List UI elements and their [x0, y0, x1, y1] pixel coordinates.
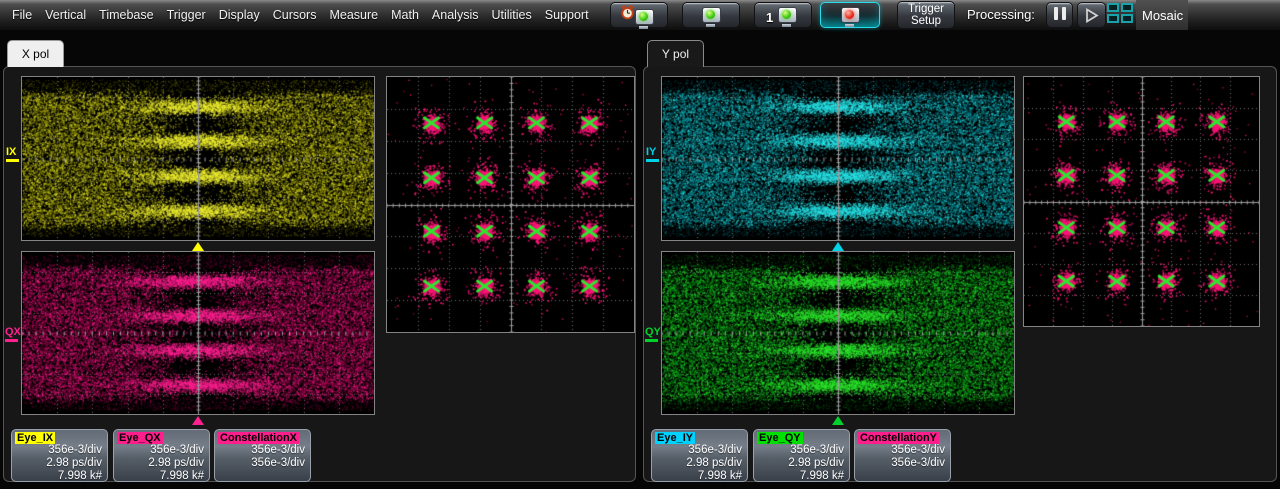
menu-item-file[interactable]: File	[12, 8, 32, 22]
descriptor-values: 356e-3/div 2.98 ps/div 7.998 k#	[756, 444, 844, 482]
trace-label-text: QY	[645, 326, 661, 338]
trace-label-qx[interactable]: QX	[5, 327, 21, 342]
mosaic-tile	[1121, 14, 1133, 23]
traffic-light-red-icon	[841, 7, 860, 23]
trace-label-text: QX	[5, 326, 21, 338]
pause-icon	[1052, 7, 1068, 23]
x-pol-panel: IX QX Eye_IX 356e-3/div 2.98 ps/div 7.99…	[3, 66, 636, 482]
menu-item-support[interactable]: Support	[545, 8, 589, 22]
alarm-clock-icon	[620, 5, 635, 23]
mosaic-grid-icon[interactable]	[1107, 3, 1135, 25]
menu-item-trigger[interactable]: Trigger	[167, 8, 206, 22]
menu-item-vertical[interactable]: Vertical	[45, 8, 86, 22]
descriptor-values: 356e-3/div 2.98 ps/div 7.998 k#	[116, 444, 204, 482]
constellation-diagram-x	[387, 77, 634, 332]
mosaic-label: Mosaic	[1142, 8, 1183, 23]
pause-button[interactable]	[1046, 2, 1073, 28]
trace-chip: ConstellationY	[858, 432, 939, 444]
tab-y-pol[interactable]: Y pol	[647, 40, 704, 67]
constellation-diagram-y	[1024, 77, 1259, 326]
play-icon	[1083, 7, 1100, 24]
trigger-marker-qx[interactable]	[192, 416, 204, 425]
menu-item-display[interactable]: Display	[219, 8, 260, 22]
eye-diagram-qx	[22, 252, 374, 414]
descriptor-values: 356e-3/div 2.98 ps/div 7.998 k#	[14, 444, 102, 482]
menu-item-cursors[interactable]: Cursors	[273, 8, 317, 22]
trigger-setup-line2: Setup	[911, 15, 941, 27]
trace-chip: ConstellationX	[218, 432, 299, 444]
stop-trigger-button[interactable]	[820, 2, 880, 28]
eye-plot-qy[interactable]	[661, 251, 1015, 415]
trace-label-ix[interactable]: IX	[6, 147, 19, 162]
tab-x-pol[interactable]: X pol	[7, 40, 64, 67]
menu-item-analysis[interactable]: Analysis	[432, 8, 479, 22]
descriptor-constellation-x[interactable]: ConstellationX 356e-3/div 356e-3/div	[214, 429, 311, 482]
single-badge: 1	[766, 10, 773, 25]
eye-plot-iy[interactable]	[661, 76, 1015, 241]
trigger-setup-line1: Trigger	[908, 3, 944, 15]
trace-chip: Eye_IY	[655, 432, 695, 444]
trigger-marker-qy[interactable]	[832, 416, 844, 425]
trace-chip: Eye_IX	[15, 432, 55, 444]
mosaic-tile	[1107, 14, 1119, 23]
traffic-light-green-icon	[702, 7, 721, 23]
traffic-light-green-icon	[635, 9, 654, 25]
processing-label: Processing:	[967, 0, 1035, 30]
single-trigger-button[interactable]: 1	[754, 2, 812, 28]
mosaic-tile	[1107, 3, 1119, 12]
eye-diagram-qy	[662, 252, 1014, 414]
mosaic-display-button[interactable]: Mosaic	[1136, 0, 1188, 30]
normal-trigger-button[interactable]	[682, 2, 740, 28]
trace-label-qy[interactable]: QY	[645, 327, 661, 342]
trace-label-text: IY	[646, 146, 656, 158]
constellation-plot-x[interactable]	[386, 76, 635, 333]
menu-bar: File Vertical Timebase Trigger Display C…	[0, 0, 1280, 30]
descriptor-values: 356e-3/div 2.98 ps/div 7.998 k#	[654, 444, 742, 482]
auto-trigger-button[interactable]	[610, 2, 668, 28]
descriptor-eye-ix[interactable]: Eye_IX 356e-3/div 2.98 ps/div 7.998 k#	[11, 429, 108, 482]
trace-chip: Eye_QY	[757, 432, 803, 444]
descriptor-values: 356e-3/div 356e-3/div	[857, 444, 945, 470]
constellation-plot-y[interactable]	[1023, 76, 1260, 327]
menu-item-timebase[interactable]: Timebase	[99, 8, 153, 22]
traffic-light-green-icon	[778, 7, 797, 23]
oscilloscope-app: File Vertical Timebase Trigger Display C…	[0, 0, 1280, 489]
menu-item-utilities[interactable]: Utilities	[491, 8, 531, 22]
descriptor-values: 356e-3/div 356e-3/div	[217, 444, 305, 470]
trigger-setup-button[interactable]: Trigger Setup	[897, 1, 955, 29]
eye-diagram-iy	[662, 77, 1014, 240]
trace-label-text: IX	[6, 146, 16, 158]
descriptor-eye-qx[interactable]: Eye_QX 356e-3/div 2.98 ps/div 7.998 k#	[113, 429, 210, 482]
menu-item-math[interactable]: Math	[391, 8, 419, 22]
y-pol-panel: IY QY Eye_IY 356e-3/div 2.98 ps/div 7.99…	[643, 66, 1277, 482]
eye-diagram-ix	[22, 77, 374, 240]
trigger-marker-iy[interactable]	[832, 242, 844, 251]
descriptor-eye-iy[interactable]: Eye_IY 356e-3/div 2.98 ps/div 7.998 k#	[651, 429, 748, 482]
descriptor-eye-qy[interactable]: Eye_QY 356e-3/div 2.98 ps/div 7.998 k#	[753, 429, 850, 482]
mosaic-tile	[1121, 3, 1133, 12]
trace-chip: Eye_QX	[117, 432, 163, 444]
descriptor-constellation-y[interactable]: ConstellationY 356e-3/div 356e-3/div	[854, 429, 951, 482]
trace-label-iy[interactable]: IY	[646, 147, 659, 162]
trigger-marker-ix[interactable]	[192, 242, 204, 251]
eye-plot-qx[interactable]	[21, 251, 375, 415]
play-button[interactable]	[1077, 2, 1106, 28]
eye-plot-ix[interactable]	[21, 76, 375, 241]
menu-items: File Vertical Timebase Trigger Display C…	[12, 0, 589, 30]
menu-item-measure[interactable]: Measure	[329, 8, 378, 22]
